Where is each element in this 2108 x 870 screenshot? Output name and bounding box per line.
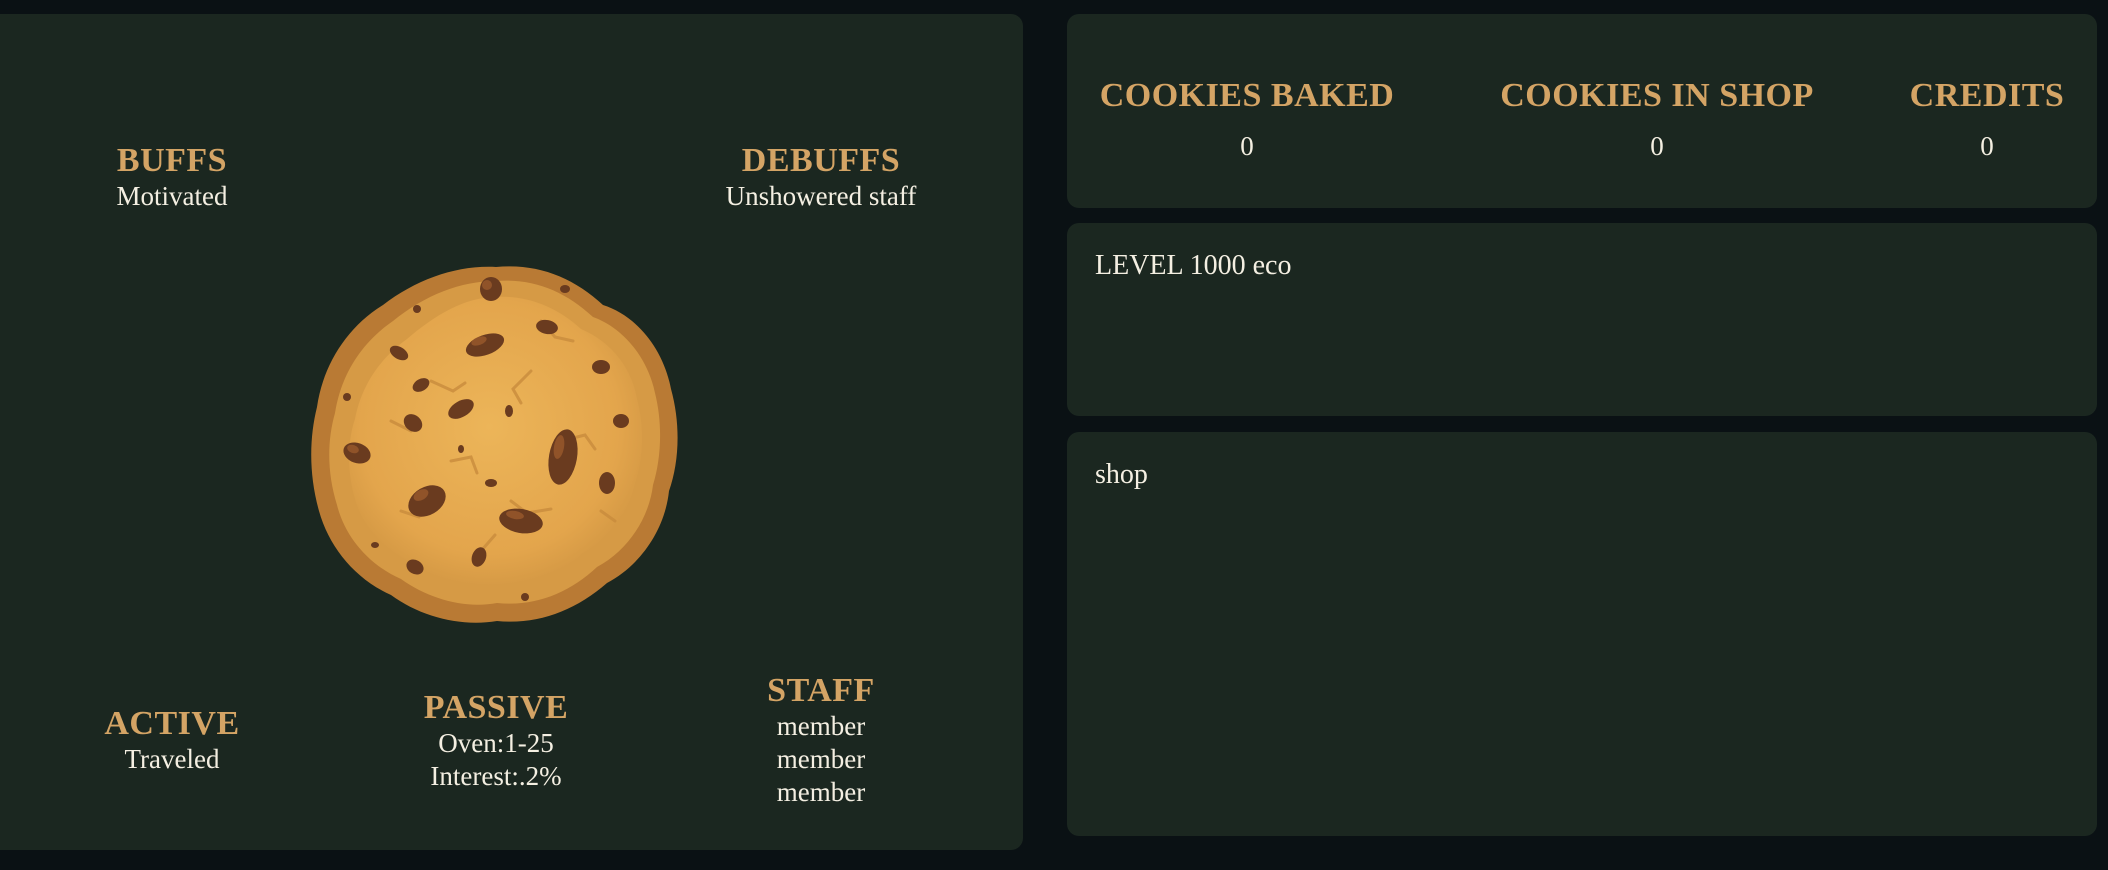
cookies-in-shop-stat: COOKIES IN SHOP 0: [1492, 76, 1822, 163]
passive-oven-value: Oven:1-25: [438, 728, 554, 758]
staff-section: STAFF member member member: [721, 672, 921, 809]
credits-stat: CREDITS 0: [1897, 76, 2077, 163]
staff-member: member: [776, 744, 866, 774]
cookie-icon[interactable]: [311, 261, 681, 627]
active-value: Traveled: [124, 744, 220, 774]
debuffs-section: DEBUFFS Unshowered staff: [696, 142, 946, 213]
active-heading: ACTIVE: [104, 705, 240, 742]
shop-panel: shop: [1067, 432, 2097, 836]
shop-text: shop: [1095, 459, 1148, 490]
level-panel: LEVEL 1000 eco: [1067, 223, 2097, 416]
stats-panel: COOKIES BAKED 0 COOKIES IN SHOP 0 CREDIT…: [1067, 14, 2097, 208]
passive-heading: PASSIVE: [423, 689, 569, 726]
debuffs-heading: DEBUFFS: [741, 142, 901, 179]
staff-member: member: [776, 777, 866, 807]
buffs-value: Motivated: [116, 181, 228, 211]
credits-value: 0: [1980, 131, 1994, 161]
buffs-heading: BUFFS: [116, 142, 228, 179]
cookie-panel: BUFFS Motivated DEBUFFS Unshowered staff: [0, 14, 1023, 850]
credits-label: CREDITS: [1909, 77, 2065, 114]
cookies-baked-label: COOKIES BAKED: [1099, 77, 1395, 114]
staff-heading: STAFF: [767, 672, 875, 709]
debuffs-value: Unshowered staff: [725, 181, 917, 211]
cookies-baked-stat: COOKIES BAKED 0: [1097, 76, 1397, 163]
cookies-in-shop-label: COOKIES IN SHOP: [1500, 77, 1814, 114]
active-section: ACTIVE Traveled: [72, 705, 272, 776]
cookies-in-shop-value: 0: [1650, 131, 1664, 161]
staff-member: member: [776, 711, 866, 741]
cookies-baked-value: 0: [1240, 131, 1254, 161]
passive-section: PASSIVE Oven:1-25 Interest:.2%: [396, 689, 596, 793]
buffs-section: BUFFS Motivated: [72, 142, 272, 213]
passive-interest-value: Interest:.2%: [430, 761, 562, 791]
level-text: LEVEL 1000 eco: [1095, 250, 1292, 281]
